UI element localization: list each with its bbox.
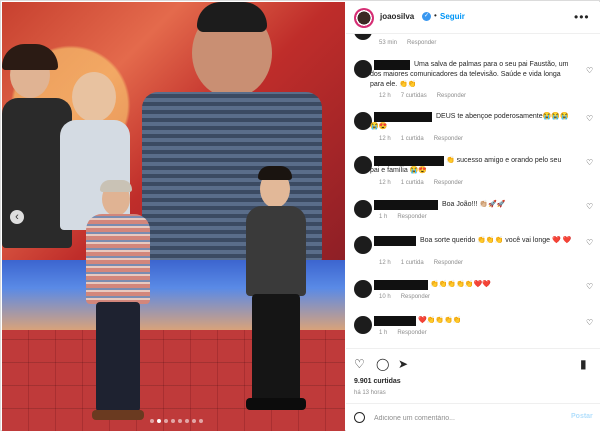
carousel-dot [164,419,168,423]
comment-meta: 12 h 1 curtida Responder [379,136,463,142]
comment-meta: 1 h Responder [379,330,427,336]
follow-button[interactable]: Seguir [440,12,465,21]
comment-like-heart-icon[interactable]: ♡ [586,202,593,211]
share-icon[interactable]: ➤ [398,357,408,371]
comment-meta: 10 h Responder [379,294,430,300]
comment-reply-button[interactable]: Responder [397,214,426,220]
comment-avatar[interactable] [354,280,372,298]
comment-likes[interactable]: 1 curtida [401,260,424,266]
redacted-username [374,280,428,290]
comments-list: 53 min Responder Uma salva de palmas par… [346,34,600,348]
carousel-dot [192,419,196,423]
post-timestamp[interactable]: há 13 horas [354,390,386,396]
more-horizontal-icon[interactable]: ••• [574,10,590,24]
comment-like-heart-icon[interactable]: ♡ [586,318,593,327]
post-comment-button[interactable]: Postar [571,413,593,420]
comment-time: 12 h [379,180,391,186]
comment-icon[interactable]: ◯ [376,357,389,371]
comment-time: 12 h [379,260,391,266]
username-link[interactable]: joaosilva [380,12,414,21]
comment-avatar[interactable] [354,316,372,334]
comment-like-heart-icon[interactable]: ♡ [586,114,593,123]
add-comment-bar: Postar [346,403,600,431]
comment-like-heart-icon[interactable]: ♡ [586,238,593,247]
post-sidebar: joaosilva ✓ • Seguir ••• 53 min Responde… [346,2,600,431]
carousel-dot [178,419,182,423]
comment-time: 53 min [379,40,398,46]
carousel-dot [199,419,203,423]
comment-text: ❤️👏👏👏👏 [418,317,462,324]
carousel-dot-active [157,419,161,423]
comment-reply-button[interactable]: Responder [434,180,463,186]
comment-like-heart-icon[interactable]: ♡ [586,282,593,291]
post-frame: ‹ joaosilva ✓ • Seguir ••• 53 min Respon… [0,0,600,431]
comment-meta: 12 h 7 curtidas Responder [379,93,466,99]
verified-badge-icon: ✓ [422,12,431,21]
carousel-dot [150,419,154,423]
comment-likes[interactable]: 1 curtida [401,180,424,186]
comment-avatar[interactable] [354,200,372,218]
comment-time: 12 h [379,93,391,99]
comment-text: 👏 sucesso amigo e orando pelo seu pai e … [370,157,562,174]
comment-text: Uma salva de palmas para o seu pai Faust… [370,61,569,88]
post-media: ‹ [2,2,345,431]
comment-meta: 12 h 1 curtida Responder [379,180,463,186]
comment-text: Boa João!!! 👏🏼🚀🚀 [442,201,506,208]
comment-meta: 1 h Responder [379,214,427,220]
redacted-username [374,200,438,210]
comment-reply-button[interactable]: Responder [437,93,466,99]
comment-text: Boa sorte querido 👏👏👏 você vai longe ❤️ … [420,237,572,244]
comment-input[interactable] [374,412,554,424]
separator-dot: • [434,11,437,20]
post-header: joaosilva ✓ • Seguir ••• [346,2,600,34]
comment-time: 10 h [379,294,391,300]
comment-meta: 12 h 1 curtida Responder [379,260,463,266]
comment-reply-button[interactable]: Responder [401,294,430,300]
post-actions: ♡ ◯ ➤ ▮ [346,348,600,376]
emoji-icon[interactable] [354,412,365,423]
comment-reply-button[interactable]: Responder [407,40,436,46]
comment-reply-button[interactable]: Responder [397,330,426,336]
comment-time: 1 h [379,330,388,336]
comment-avatar[interactable] [354,34,372,40]
carousel-dot [171,419,175,423]
carousel-dots [150,419,203,423]
redacted-username [374,316,416,326]
comment-likes[interactable]: 7 curtidas [401,93,427,99]
comment-text: 👏👏👏👏👏❤️❤️ [430,281,492,288]
comment-likes[interactable]: 1 curtida [401,136,424,142]
chevron-left-icon[interactable]: ‹ [10,210,24,224]
comment-meta: 53 min Responder [379,40,436,46]
comment-text: DEUS te abençoe poderosamente😭😭😭😭😍 [370,113,569,130]
avatar[interactable] [354,8,374,28]
comment-like-heart-icon[interactable]: ♡ [586,158,593,167]
comment-time: 1 h [379,214,388,220]
comment-like-heart-icon[interactable]: ♡ [586,66,593,75]
comment-reply-button[interactable]: Responder [434,260,463,266]
bookmark-icon[interactable]: ▮ [580,357,587,371]
comment-reply-button[interactable]: Responder [434,136,463,142]
heart-icon[interactable]: ♡ [354,357,365,371]
comment-time: 12 h [379,136,391,142]
likes-count[interactable]: 9.901 curtidas [354,378,401,385]
carousel-dot [185,419,189,423]
